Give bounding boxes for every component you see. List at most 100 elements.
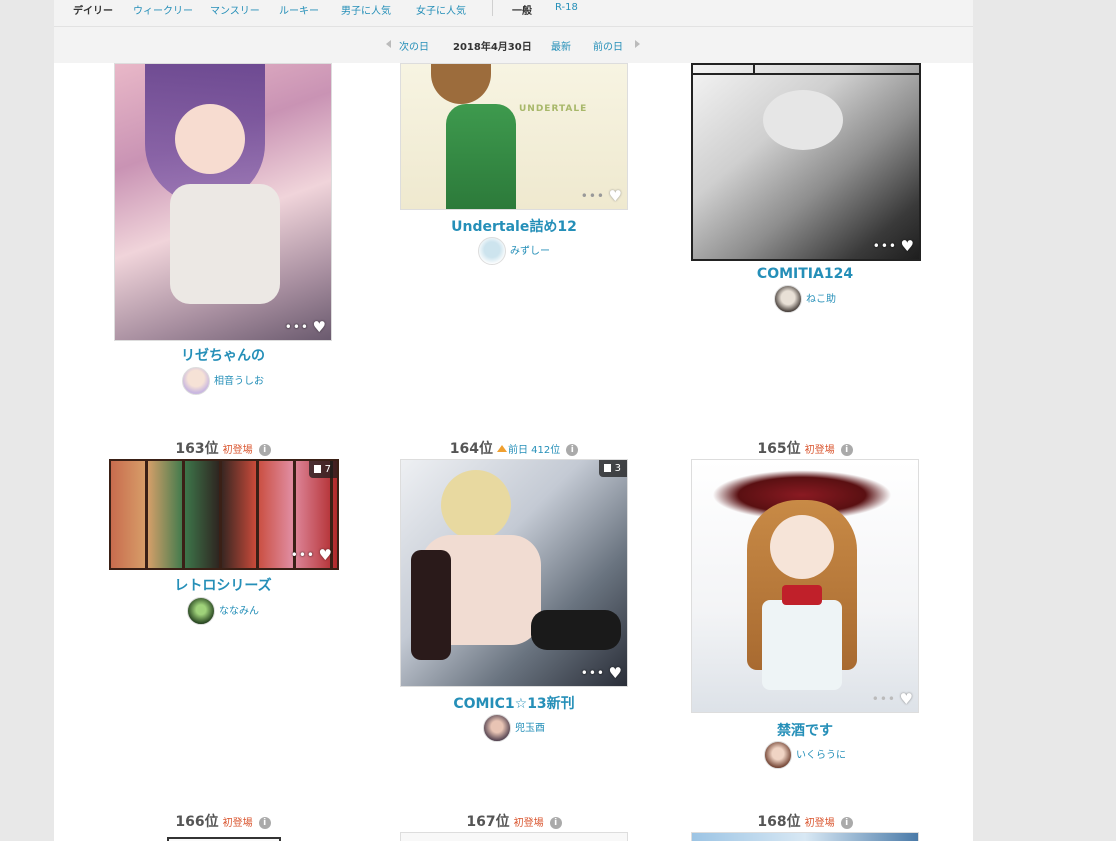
rank-line: 168位 初登場 i [691,811,919,830]
artwork-author[interactable]: みずしー [400,237,628,265]
ranking-item: 166位 初登場 i [109,811,337,841]
rank-status: 前日 412位 [507,445,561,456]
info-icon[interactable]: i [840,444,853,456]
artwork-thumbnail[interactable] [167,837,281,841]
next-day-link[interactable]: 次の日 [399,38,429,53]
artwork-thumbnail[interactable] [400,832,628,841]
rank-number: 165位 [757,441,801,457]
tab-female-popular[interactable]: 女子に人気 [416,2,466,17]
more-dots-icon[interactable]: ••• [581,666,605,680]
heart-icon[interactable]: ♥ [313,320,326,335]
avatar[interactable] [187,597,215,625]
author-name[interactable]: いくらうに [796,750,846,761]
artwork-thumbnail[interactable] [691,832,919,841]
artwork-title[interactable]: レトロシリーズ [109,575,337,595]
artwork-thumbnail[interactable]: ••• ♥ [691,459,919,713]
rank-line: 166位 初登場 i [109,811,337,830]
ranking-item: ••• ♥ COMITIA124 ねこ助 [691,63,921,333]
rank-line: 165位 初登場 i [691,438,919,457]
ranking-item: 163位 初登場 i 7 ••• ♥ レトロシリーズ ななみん [109,438,339,638]
heart-icon[interactable]: ♥ [609,189,622,204]
info-icon[interactable]: i [840,817,853,829]
rank-status: 初登場 [222,445,253,456]
more-dots-icon[interactable]: ••• [873,239,897,253]
artwork-title[interactable]: COMITIA124 [691,266,919,282]
ranking-item: 165位 初登場 i ••• ♥ 禁酒です いくらうに [691,438,919,778]
artwork-thumbnail[interactable]: 7 ••• ♥ [109,459,339,570]
artwork-author[interactable]: 相音うしお [114,367,332,395]
rank-status: 初登場 [513,818,544,829]
tab-r18[interactable]: R-18 [555,2,578,13]
tab-rookie[interactable]: ルーキー [279,2,319,17]
artwork-title[interactable]: リゼちゃんの [114,345,332,365]
rank-number: 166位 [175,814,219,830]
artwork-thumbnail[interactable]: ••• ♥ [114,63,332,341]
rank-line: 167位 初登場 i [400,811,628,830]
tab-male-popular[interactable]: 男子に人気 [341,2,391,17]
author-name[interactable]: ななみん [219,606,259,617]
avatar[interactable] [182,367,210,395]
rank-up-icon [496,445,507,452]
artwork-author[interactable]: 兜玉酉 [400,714,628,742]
info-icon[interactable]: i [258,444,271,456]
heart-icon[interactable]: ♥ [319,548,332,563]
artwork-author[interactable]: いくらうに [691,741,919,769]
ranking-page: デイリー ウィークリー マンスリー ルーキー 男子に人気 女子に人気 一般 R-… [54,0,973,841]
more-dots-icon[interactable]: ••• [872,692,896,706]
rank-number: 163位 [175,441,219,457]
ranking-item: 167位 初登場 i [400,811,628,841]
multi-page-badge: 7 [308,461,337,478]
chevron-right-icon[interactable] [635,40,640,48]
avatar[interactable] [774,285,802,313]
rank-status: 初登場 [222,818,253,829]
tab-monthly[interactable]: マンスリー [210,2,260,17]
rank-number: 167位 [466,814,510,830]
chevron-left-icon[interactable] [386,40,391,48]
artwork-title[interactable]: COMIC1☆13新刊 [400,693,628,713]
ranking-item: ••• ♥ リゼちゃんの 相音うしお [114,63,332,403]
avatar[interactable] [764,741,792,769]
rank-status: 初登場 [804,445,835,456]
page-count: 3 [614,463,621,474]
avatar[interactable] [483,714,511,742]
info-icon[interactable]: i [566,444,579,456]
ranking-item: 168位 初登場 i [691,811,919,841]
artwork-title[interactable]: 禁酒です [691,720,919,740]
artwork-thumbnail[interactable]: UNDERTALE ••• ♥ [400,63,628,210]
nav-divider [492,0,493,16]
avatar[interactable] [478,237,506,265]
tab-general[interactable]: 一般 [512,2,532,17]
more-dots-icon[interactable]: ••• [285,320,309,334]
more-dots-icon[interactable]: ••• [291,548,315,562]
artwork-thumbnail[interactable]: ••• ♥ [691,63,921,261]
date-nav: 次の日 2018年4月30日 最新 前の日 [54,27,973,63]
prev-day-link[interactable]: 前の日 [593,38,623,53]
more-dots-icon[interactable]: ••• [581,189,605,203]
ranking-item: UNDERTALE ••• ♥ Undertale詰め12 みずしー [400,63,628,283]
info-icon[interactable]: i [258,817,271,829]
ranking-mode-nav: デイリー ウィークリー マンスリー ルーキー 男子に人気 女子に人気 一般 R-… [54,0,973,27]
artwork-author[interactable]: ななみん [109,597,337,625]
author-name[interactable]: みずしー [510,246,550,257]
ranking-item: 164位 前日 412位 i 3 ••• ♥ COMIC1☆13新刊 兜玉酉 [400,438,628,748]
author-name[interactable]: 兜玉酉 [515,723,545,734]
author-name[interactable]: ねこ助 [806,294,836,305]
heart-icon[interactable]: ♥ [609,666,622,681]
latest-link[interactable]: 最新 [551,38,571,53]
artwork-title[interactable]: Undertale詰め12 [400,216,628,236]
heart-icon[interactable]: ♥ [900,692,913,707]
info-icon[interactable]: i [549,817,562,829]
tab-weekly[interactable]: ウィークリー [133,2,193,17]
multi-page-badge: 3 [598,460,627,477]
artwork-author[interactable]: ねこ助 [691,285,919,313]
rank-status: 初登場 [804,818,835,829]
heart-icon[interactable]: ♥ [901,239,914,254]
rank-line: 163位 初登場 i [109,438,337,457]
tab-daily[interactable]: デイリー [73,2,113,17]
page-count: 7 [324,464,331,475]
rank-number: 168位 [757,814,801,830]
artwork-thumbnail[interactable]: 3 ••• ♥ [400,459,628,687]
multi-page-icon [603,464,611,472]
author-name[interactable]: 相音うしお [214,376,264,387]
rank-line: 164位 前日 412位 i [400,438,628,457]
